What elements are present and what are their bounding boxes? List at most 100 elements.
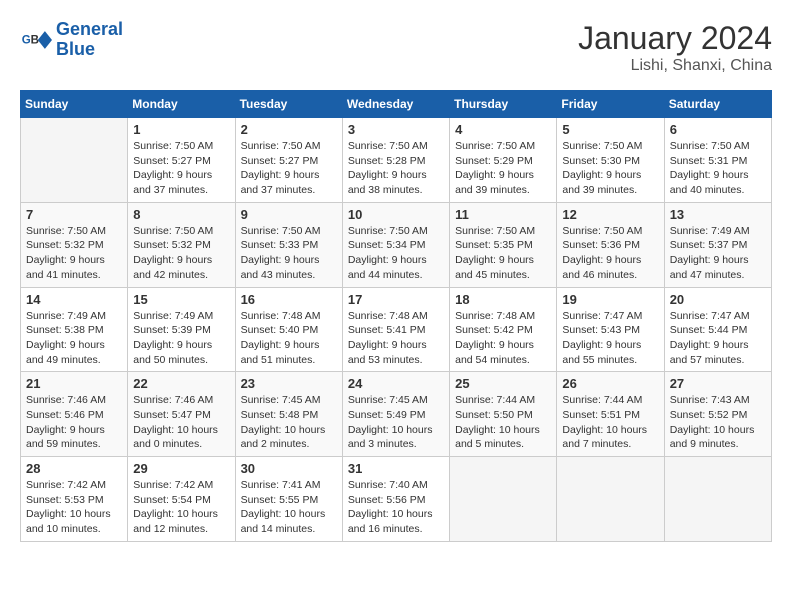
svg-text:G: G xyxy=(22,34,31,46)
day-number: 19 xyxy=(562,292,658,307)
day-number: 13 xyxy=(670,207,766,222)
day-number: 15 xyxy=(133,292,229,307)
day-number: 27 xyxy=(670,376,766,391)
day-info: Sunrise: 7:50 AM Sunset: 5:35 PM Dayligh… xyxy=(455,224,551,283)
logo-text: General Blue xyxy=(56,20,123,60)
weekday-header: Monday xyxy=(128,91,235,118)
calendar-cell: 15 Sunrise: 7:49 AM Sunset: 5:39 PM Dayli… xyxy=(128,287,235,372)
calendar-cell: 8Sunrise: 7:50 AM Sunset: 5:32 PM Daylig… xyxy=(128,202,235,287)
day-number: 14 xyxy=(26,292,122,307)
day-number: 12 xyxy=(562,207,658,222)
calendar-cell: 16Sunrise: 7:48 AM Sunset: 5:40 PM Dayli… xyxy=(235,287,342,372)
day-number: 24 xyxy=(348,376,444,391)
day-info: Sunrise: 7:46 AM Sunset: 5:46 PM Dayligh… xyxy=(26,393,122,452)
calendar-cell: 27 Sunrise: 7:43 AM Sunset: 5:52 PM Dayli… xyxy=(664,372,771,457)
calendar-week-row: 14 Sunrise: 7:49 AM Sunset: 5:38 PM Dayli… xyxy=(21,287,772,372)
calendar-cell: 26 Sunrise: 7:44 AM Sunset: 5:51 PM Dayli… xyxy=(557,372,664,457)
calendar-cell: 5 Sunrise: 7:50 AM Sunset: 5:30 PM Daylig… xyxy=(557,118,664,203)
month-title: January 2024 xyxy=(578,20,772,57)
day-number: 11 xyxy=(455,207,551,222)
day-info: Sunrise: 7:49 AM Sunset: 5:37 PM Dayligh… xyxy=(670,224,766,283)
calendar-cell: 20 Sunrise: 7:47 AM Sunset: 5:44 PM Dayli… xyxy=(664,287,771,372)
day-number: 3 xyxy=(348,122,444,137)
day-number: 17 xyxy=(348,292,444,307)
page-header: G B General Blue January 2024 Lishi, Sha… xyxy=(20,20,772,75)
day-number: 10 xyxy=(348,207,444,222)
weekday-header: Sunday xyxy=(21,91,128,118)
calendar-cell: 13 Sunrise: 7:49 AM Sunset: 5:37 PM Dayli… xyxy=(664,202,771,287)
weekday-header: Thursday xyxy=(450,91,557,118)
day-number: 9 xyxy=(241,207,337,222)
day-info: Sunrise: 7:50 AM Sunset: 5:31 PM Dayligh… xyxy=(670,139,766,198)
day-info: Sunrise: 7:50 AM Sunset: 5:32 PM Dayligh… xyxy=(133,224,229,283)
calendar-cell: 31 Sunrise: 7:40 AM Sunset: 5:56 PM Dayli… xyxy=(342,457,449,542)
weekday-header: Tuesday xyxy=(235,91,342,118)
day-info: Sunrise: 7:42 AM Sunset: 5:54 PM Dayligh… xyxy=(133,478,229,537)
calendar-cell: 18Sunrise: 7:48 AM Sunset: 5:42 PM Dayli… xyxy=(450,287,557,372)
weekday-header-row: SundayMondayTuesdayWednesdayThursdayFrid… xyxy=(21,91,772,118)
calendar-week-row: 7 Sunrise: 7:50 AM Sunset: 5:32 PM Daylig… xyxy=(21,202,772,287)
calendar-cell: 14 Sunrise: 7:49 AM Sunset: 5:38 PM Dayli… xyxy=(21,287,128,372)
day-info: Sunrise: 7:43 AM Sunset: 5:52 PM Dayligh… xyxy=(670,393,766,452)
day-number: 23 xyxy=(241,376,337,391)
calendar-week-row: 1 Sunrise: 7:50 AM Sunset: 5:27 PM Daylig… xyxy=(21,118,772,203)
day-number: 22 xyxy=(133,376,229,391)
day-info: Sunrise: 7:50 AM Sunset: 5:27 PM Dayligh… xyxy=(133,139,229,198)
day-number: 7 xyxy=(26,207,122,222)
day-info: Sunrise: 7:41 AM Sunset: 5:55 PM Dayligh… xyxy=(241,478,337,537)
calendar-cell: 10 Sunrise: 7:50 AM Sunset: 5:34 PM Dayli… xyxy=(342,202,449,287)
day-number: 30 xyxy=(241,461,337,476)
location-subtitle: Lishi, Shanxi, China xyxy=(578,57,772,75)
calendar-cell: 19 Sunrise: 7:47 AM Sunset: 5:43 PM Dayli… xyxy=(557,287,664,372)
day-info: Sunrise: 7:44 AM Sunset: 5:50 PM Dayligh… xyxy=(455,393,551,452)
calendar-cell: 25Sunrise: 7:44 AM Sunset: 5:50 PM Dayli… xyxy=(450,372,557,457)
day-info: Sunrise: 7:45 AM Sunset: 5:49 PM Dayligh… xyxy=(348,393,444,452)
day-number: 1 xyxy=(133,122,229,137)
day-info: Sunrise: 7:48 AM Sunset: 5:42 PM Dayligh… xyxy=(455,309,551,368)
calendar-cell: 2 Sunrise: 7:50 AM Sunset: 5:27 PM Daylig… xyxy=(235,118,342,203)
calendar-cell: 28Sunrise: 7:42 AM Sunset: 5:53 PM Dayli… xyxy=(21,457,128,542)
day-info: Sunrise: 7:50 AM Sunset: 5:29 PM Dayligh… xyxy=(455,139,551,198)
weekday-header: Friday xyxy=(557,91,664,118)
day-info: Sunrise: 7:44 AM Sunset: 5:51 PM Dayligh… xyxy=(562,393,658,452)
calendar-cell: 4 Sunrise: 7:50 AM Sunset: 5:29 PM Daylig… xyxy=(450,118,557,203)
day-number: 31 xyxy=(348,461,444,476)
day-number: 21 xyxy=(26,376,122,391)
calendar-cell xyxy=(450,457,557,542)
day-number: 26 xyxy=(562,376,658,391)
calendar-cell: 1 Sunrise: 7:50 AM Sunset: 5:27 PM Daylig… xyxy=(128,118,235,203)
day-info: Sunrise: 7:45 AM Sunset: 5:48 PM Dayligh… xyxy=(241,393,337,452)
day-number: 2 xyxy=(241,122,337,137)
calendar-cell: 6 Sunrise: 7:50 AM Sunset: 5:31 PM Daylig… xyxy=(664,118,771,203)
day-info: Sunrise: 7:50 AM Sunset: 5:32 PM Dayligh… xyxy=(26,224,122,283)
day-info: Sunrise: 7:50 AM Sunset: 5:30 PM Dayligh… xyxy=(562,139,658,198)
calendar-cell: 30 Sunrise: 7:41 AM Sunset: 5:55 PM Dayli… xyxy=(235,457,342,542)
calendar-cell: 11 Sunrise: 7:50 AM Sunset: 5:35 PM Dayli… xyxy=(450,202,557,287)
day-info: Sunrise: 7:50 AM Sunset: 5:27 PM Dayligh… xyxy=(241,139,337,198)
day-info: Sunrise: 7:50 AM Sunset: 5:33 PM Dayligh… xyxy=(241,224,337,283)
day-info: Sunrise: 7:49 AM Sunset: 5:38 PM Dayligh… xyxy=(26,309,122,368)
calendar-cell xyxy=(664,457,771,542)
day-info: Sunrise: 7:50 AM Sunset: 5:36 PM Dayligh… xyxy=(562,224,658,283)
calendar-week-row: 21 Sunrise: 7:46 AM Sunset: 5:46 PM Dayli… xyxy=(21,372,772,457)
day-info: Sunrise: 7:47 AM Sunset: 5:43 PM Dayligh… xyxy=(562,309,658,368)
title-block: January 2024 Lishi, Shanxi, China xyxy=(578,20,772,75)
day-number: 20 xyxy=(670,292,766,307)
calendar-table: SundayMondayTuesdayWednesdayThursdayFrid… xyxy=(20,90,772,542)
calendar-cell: 24 Sunrise: 7:45 AM Sunset: 5:49 PM Dayli… xyxy=(342,372,449,457)
day-number: 29 xyxy=(133,461,229,476)
day-info: Sunrise: 7:49 AM Sunset: 5:39 PM Dayligh… xyxy=(133,309,229,368)
day-number: 16 xyxy=(241,292,337,307)
calendar-week-row: 28Sunrise: 7:42 AM Sunset: 5:53 PM Dayli… xyxy=(21,457,772,542)
day-number: 5 xyxy=(562,122,658,137)
calendar-cell: 17Sunrise: 7:48 AM Sunset: 5:41 PM Dayli… xyxy=(342,287,449,372)
day-info: Sunrise: 7:46 AM Sunset: 5:47 PM Dayligh… xyxy=(133,393,229,452)
day-info: Sunrise: 7:47 AM Sunset: 5:44 PM Dayligh… xyxy=(670,309,766,368)
day-info: Sunrise: 7:50 AM Sunset: 5:34 PM Dayligh… xyxy=(348,224,444,283)
day-number: 6 xyxy=(670,122,766,137)
day-number: 28 xyxy=(26,461,122,476)
weekday-header: Saturday xyxy=(664,91,771,118)
day-info: Sunrise: 7:40 AM Sunset: 5:56 PM Dayligh… xyxy=(348,478,444,537)
day-number: 4 xyxy=(455,122,551,137)
calendar-cell: 3Sunrise: 7:50 AM Sunset: 5:28 PM Daylig… xyxy=(342,118,449,203)
